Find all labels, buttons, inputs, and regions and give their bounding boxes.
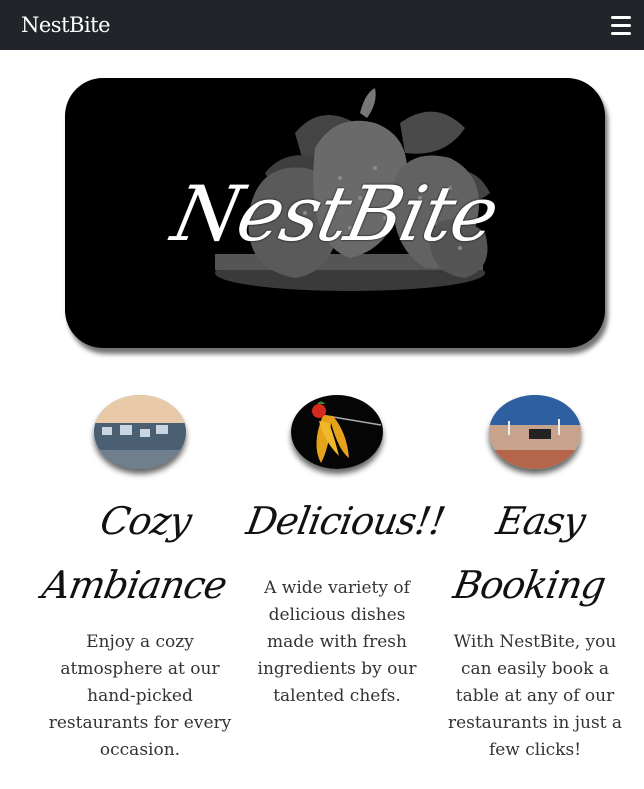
- feature-card: Cozy Ambiance Enjoy a cozy atmosphere at…: [39, 395, 240, 764]
- restaurant-interior-photo: [94, 395, 186, 469]
- feature-title: Cozy Ambiance: [39, 499, 230, 607]
- top-navbar: NestBite: [0, 0, 644, 50]
- table-photo-art: [489, 395, 581, 469]
- hero-banner: NestBite: [65, 78, 605, 348]
- pasta-photo-art: [291, 395, 383, 469]
- hamburger-bar: [611, 15, 631, 19]
- table-setting-photo: [489, 395, 581, 469]
- feature-title: Delicious!!: [243, 499, 448, 543]
- hero-logo-text: NestBite: [165, 168, 505, 258]
- feature-text: A wide variety of delicious dishes made …: [257, 578, 417, 706]
- brand-link[interactable]: NestBite: [21, 13, 111, 37]
- hamburger-bar: [611, 31, 631, 35]
- feature-text: With NestBite, you can easily book a tab…: [447, 632, 623, 760]
- pasta-on-fork-photo: [291, 395, 383, 469]
- feature-card: Delicious!! A wide variety of delicious …: [243, 395, 448, 710]
- feature-card: Easy Booking With NestBite, you can easi…: [445, 395, 625, 764]
- feature-title: Easy Booking: [450, 499, 609, 607]
- restaurant-photo-art: [94, 395, 186, 469]
- feature-text: Enjoy a cozy atmosphere at our hand-pick…: [48, 632, 232, 760]
- hamburger-bar: [611, 23, 631, 27]
- features-section: Cozy Ambiance Enjoy a cozy atmosphere at…: [0, 395, 644, 789]
- hamburger-menu-icon[interactable]: [606, 10, 636, 40]
